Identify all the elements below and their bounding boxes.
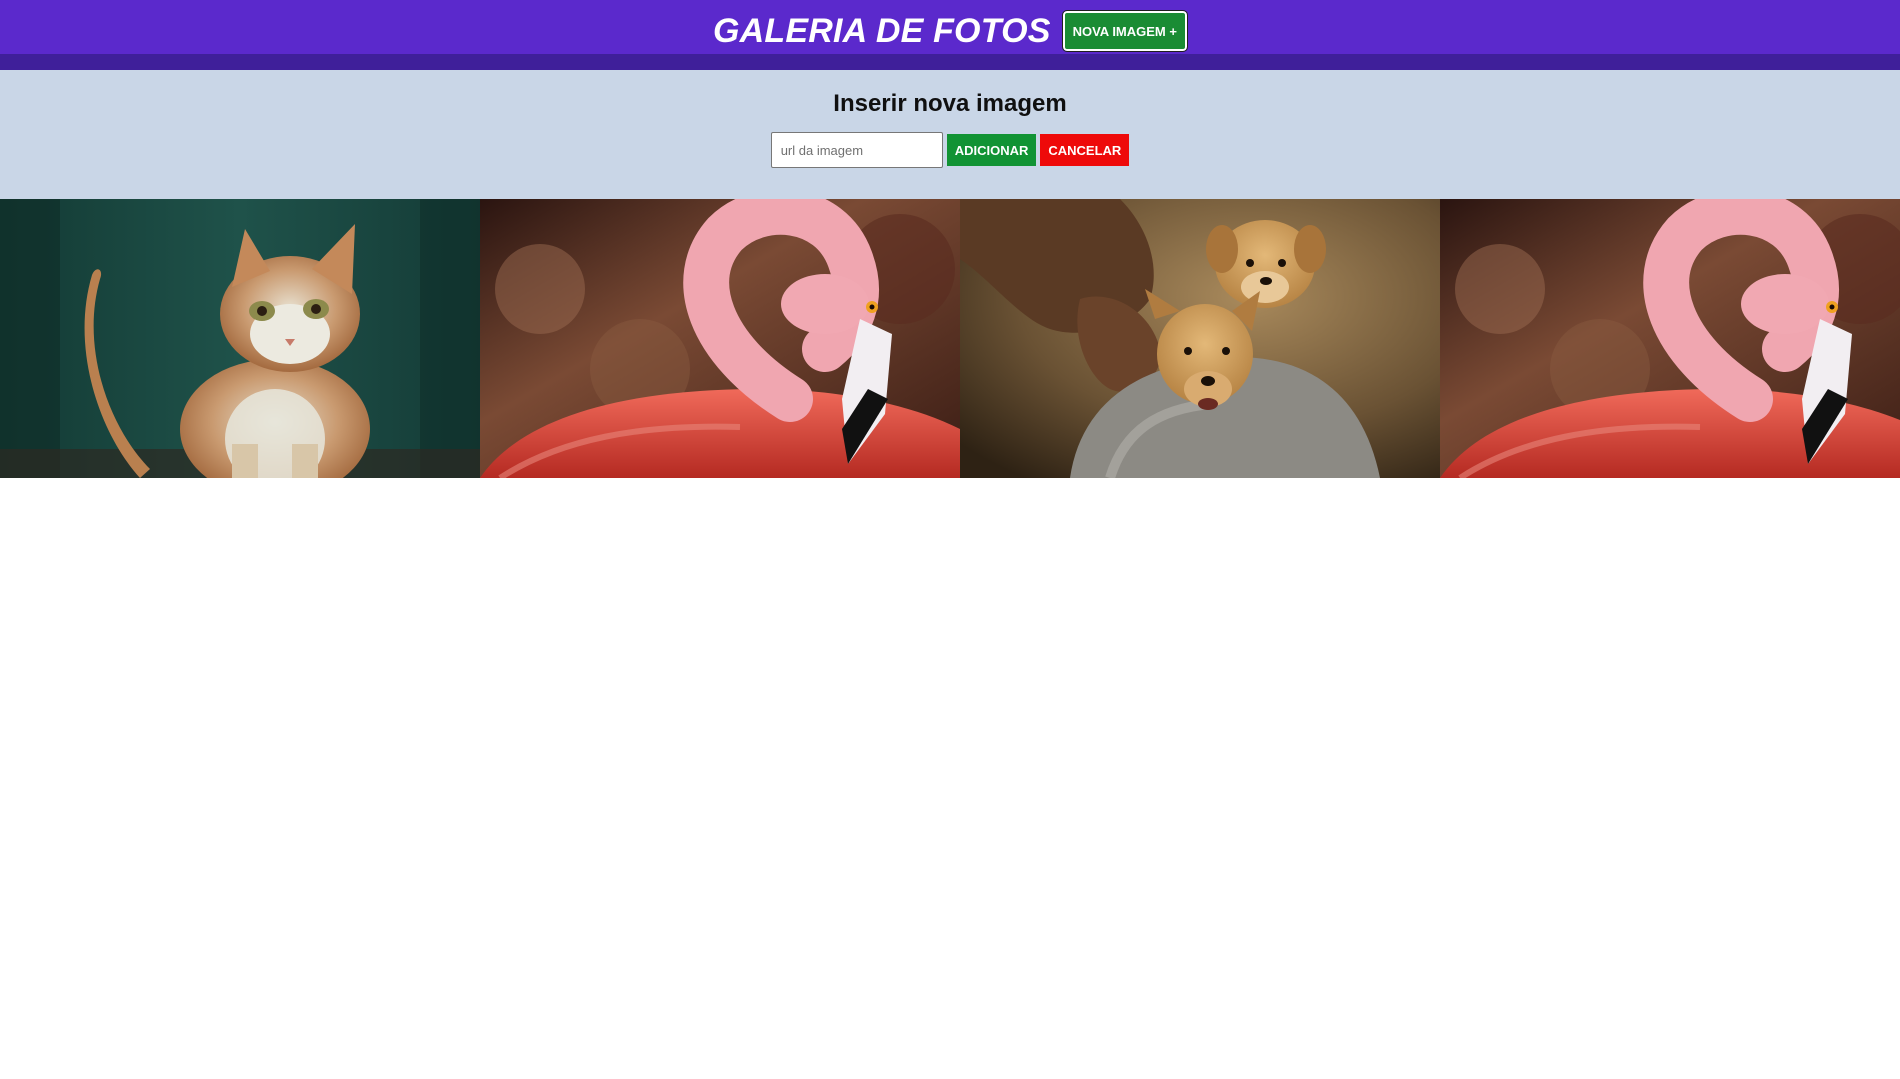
flamingo-image	[1440, 199, 1900, 478]
photo-gallery	[0, 199, 1900, 478]
add-button[interactable]: ADICIONAR	[946, 134, 1037, 166]
header-content: GALERIA DE FOTOS NOVA IMAGEM +	[713, 10, 1188, 52]
new-image-button[interactable]: NOVA IMAGEM +	[1061, 10, 1188, 52]
image-url-input[interactable]	[770, 132, 943, 168]
flamingo-image	[480, 199, 960, 478]
cancel-button[interactable]: CANCELAR	[1040, 134, 1130, 166]
top-header: GALERIA DE FOTOS NOVA IMAGEM +	[0, 0, 1900, 70]
insert-form: ADICIONAR CANCELAR	[770, 132, 1130, 168]
site-title: GALERIA DE FOTOS	[713, 11, 1051, 50]
gallery-photo-flamingo[interactable]	[480, 199, 960, 478]
cat-image	[0, 199, 480, 478]
gallery-photo-flamingo[interactable]	[1440, 199, 1900, 478]
puppies-image	[960, 199, 1440, 478]
insert-panel-title: Inserir nova imagem	[833, 90, 1067, 117]
insert-image-panel: Inserir nova imagem ADICIONAR CANCELAR	[0, 70, 1900, 199]
gallery-photo-puppies[interactable]	[960, 199, 1440, 478]
gallery-photo-cat[interactable]	[0, 199, 480, 478]
